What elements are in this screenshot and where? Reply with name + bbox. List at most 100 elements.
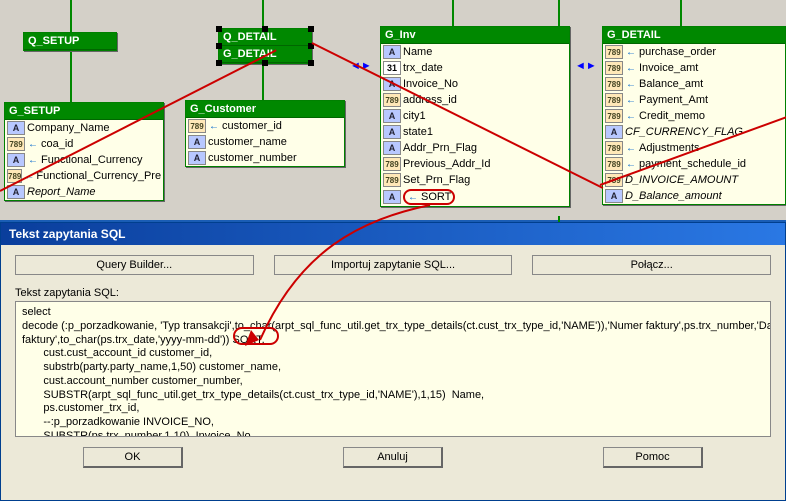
field-row[interactable]: 789address_id	[381, 92, 569, 108]
group-g-detail-right[interactable]: G_DETAIL 789←purchase_order789←Invoice_a…	[602, 26, 786, 205]
resize-handle[interactable]	[308, 26, 314, 32]
field-row[interactable]: 789←Balance_amt	[603, 76, 785, 92]
field-row[interactable]: AAddr_Prn_Flag	[381, 140, 569, 156]
text-type-icon: A	[383, 141, 401, 155]
arrow-left-icon: ←	[407, 192, 419, 203]
toolbar: Query Builder... Importuj zapytanie SQL.…	[15, 255, 771, 275]
resize-handle[interactable]	[216, 60, 222, 66]
field-row[interactable]: 789←payment_schedule_id	[603, 156, 785, 172]
group-rows: ACompany_Name789←coa_idA←Functional_Curr…	[5, 120, 163, 200]
field-row[interactable]: 789←Payment_Amt	[603, 92, 785, 108]
text-type-icon: A	[383, 109, 401, 123]
field-row[interactable]: 31trx_date	[381, 60, 569, 76]
field-row[interactable]: Acustomer_name	[186, 134, 344, 150]
resize-handle[interactable]	[262, 60, 268, 66]
field-row[interactable]: 789←purchase_order	[603, 44, 785, 60]
field-label: Name	[403, 46, 432, 58]
number-type-icon: 789	[605, 109, 623, 123]
cancel-button[interactable]: Anuluj	[343, 447, 443, 468]
field-row[interactable]: AD_Balance_amount	[603, 188, 785, 204]
number-type-icon: 789	[605, 157, 623, 171]
arrow-left-icon: ←	[625, 47, 637, 58]
field-label: CF_CURRENCY_FLAG	[625, 126, 743, 138]
resize-handle[interactable]	[262, 26, 268, 32]
group-rows: 789←customer_idAcustomer_nameAcustomer_n…	[186, 118, 344, 166]
connector	[452, 0, 454, 26]
field-label: Functional_Currency_Pre	[36, 170, 161, 182]
field-row[interactable]: Astate1	[381, 124, 569, 140]
number-type-icon: 789	[605, 93, 623, 107]
arrow-left-icon: ←	[27, 139, 39, 150]
arrow-left-icon: ←	[625, 63, 637, 74]
field-label: Invoice_amt	[639, 62, 698, 74]
text-type-icon: A	[188, 151, 206, 165]
text-type-icon: A	[605, 125, 623, 139]
field-row[interactable]: A←Functional_Currency	[5, 152, 163, 168]
field-label: Set_Prn_Flag	[403, 174, 470, 186]
field-row[interactable]: AReport_Name	[5, 184, 163, 200]
arrow-left-icon: ←	[625, 143, 637, 154]
number-type-icon: 789	[605, 141, 623, 155]
group-q-detail[interactable]: Q_DETAIL G_DETAIL	[218, 28, 312, 64]
connect-button[interactable]: Połącz...	[532, 255, 771, 275]
text-type-icon: A	[383, 190, 401, 204]
sql-label: Tekst zapytania SQL:	[15, 283, 771, 301]
field-row[interactable]: ACompany_Name	[5, 120, 163, 136]
field-label: Report_Name	[27, 186, 95, 198]
field-label: city1	[403, 110, 426, 122]
dialog-footer: OK Anuluj Pomoc	[15, 447, 771, 468]
field-row[interactable]: 789←Credit_memo	[603, 108, 785, 124]
arrow-left-icon: ←	[625, 79, 637, 90]
diagram-canvas[interactable]: Q_SETUP Q_DETAIL G_DETAIL G_SETUP ACompa…	[0, 0, 786, 222]
group-header: Q_SETUP	[24, 33, 116, 50]
sql-dialog: Tekst zapytania SQL Query Builder... Imp…	[0, 222, 786, 501]
arrow-left-icon: ←	[625, 111, 637, 122]
text-type-icon: A	[188, 135, 206, 149]
group-g-inv[interactable]: G_Inv AName31trx_dateAInvoice_No789addre…	[380, 26, 570, 207]
query-builder-button[interactable]: Query Builder...	[15, 255, 254, 275]
field-label: Invoice_No	[403, 78, 458, 90]
number-type-icon: 789	[605, 45, 623, 59]
number-type-icon: 789	[7, 137, 25, 151]
help-button[interactable]: Pomoc	[603, 447, 703, 468]
field-label: trx_date	[403, 62, 443, 74]
resize-handle[interactable]	[216, 26, 222, 32]
field-label: Company_Name	[27, 122, 110, 134]
field-row[interactable]: 789←Adjustments	[603, 140, 785, 156]
number-type-icon: 789	[188, 119, 206, 133]
text-type-icon: A	[7, 121, 25, 135]
field-row[interactable]: Acustomer_number	[186, 150, 344, 166]
number-type-icon: 789	[605, 61, 623, 75]
resize-handle[interactable]	[308, 60, 314, 66]
number-type-icon: 789	[605, 77, 623, 91]
number-type-icon: 789	[383, 157, 401, 171]
field-row[interactable]: A ←SORT	[381, 188, 569, 206]
field-label: D_Balance_amount	[625, 190, 722, 202]
field-label: purchase_order	[639, 46, 716, 58]
field-row[interactable]: 789←Invoice_amt	[603, 60, 785, 76]
group-header: G_DETAIL	[603, 27, 785, 44]
sql-textarea[interactable]: select decode (:p_porzadkowanie, 'Typ tr…	[15, 301, 771, 437]
field-label: SORT	[421, 191, 451, 203]
text-type-icon: A	[383, 125, 401, 139]
group-header: G_Inv	[381, 27, 569, 44]
connector	[70, 52, 72, 102]
field-row[interactable]: 789←coa_id	[5, 136, 163, 152]
resize-handle[interactable]	[216, 43, 222, 49]
field-label: D_INVOICE_AMOUNT	[625, 174, 738, 186]
field-row[interactable]: 789←customer_id	[186, 118, 344, 134]
number-type-icon: 789	[383, 173, 401, 187]
connector	[262, 64, 264, 100]
group-q-setup[interactable]: Q_SETUP	[23, 32, 117, 51]
import-sql-button[interactable]: Importuj zapytanie SQL...	[274, 255, 513, 275]
link-arrow-icon: ◄►	[575, 60, 597, 72]
field-label: customer_name	[208, 136, 287, 148]
field-row[interactable]: 789Set_Prn_Flag	[381, 172, 569, 188]
field-row[interactable]: AName	[381, 44, 569, 60]
arrow-left-icon: ←	[27, 155, 39, 166]
group-g-customer[interactable]: G_Customer 789←customer_idAcustomer_name…	[185, 100, 345, 167]
ok-button[interactable]: OK	[83, 447, 183, 468]
arrow-head-icon	[245, 330, 261, 346]
group-g-setup[interactable]: G_SETUP ACompany_Name789←coa_idA←Functio…	[4, 102, 164, 201]
field-row[interactable]: Acity1	[381, 108, 569, 124]
